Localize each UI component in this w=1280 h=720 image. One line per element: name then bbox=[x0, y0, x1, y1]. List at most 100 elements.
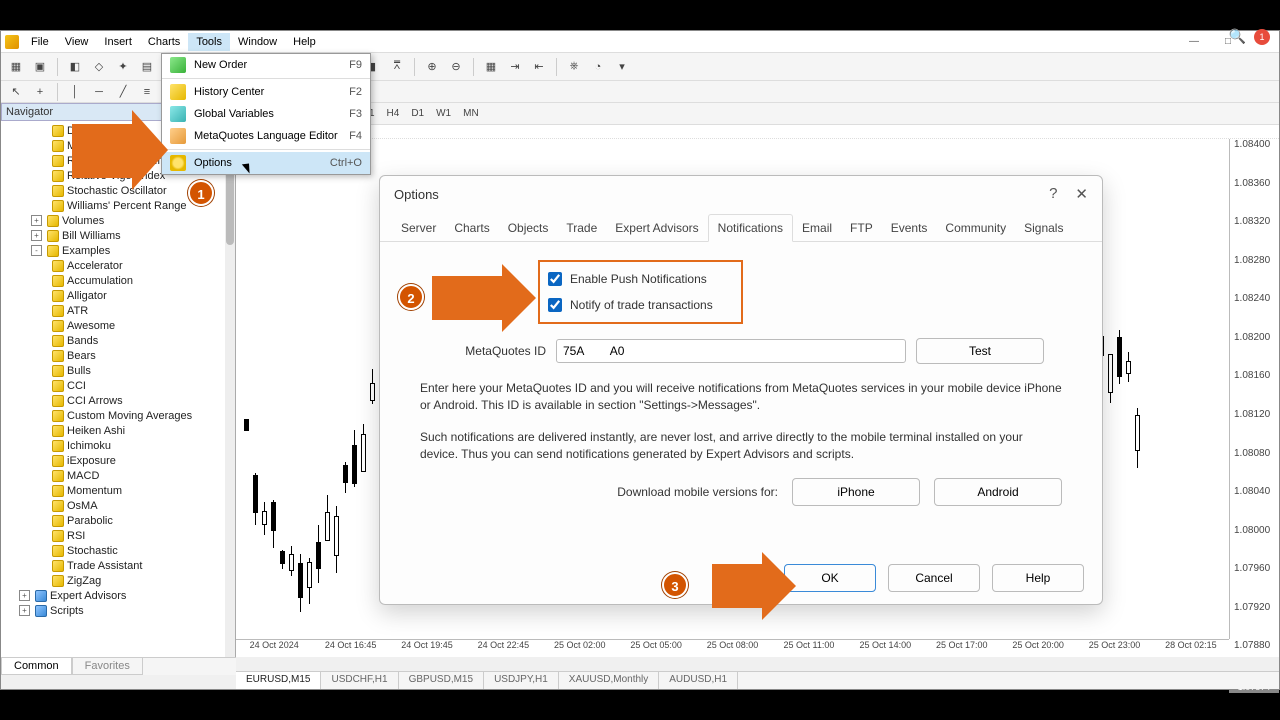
dialog-tab-charts[interactable]: Charts bbox=[445, 215, 498, 241]
menu-charts[interactable]: Charts bbox=[140, 33, 188, 51]
dialog-tab-community[interactable]: Community bbox=[936, 215, 1015, 241]
notify-trade-checkbox[interactable] bbox=[548, 298, 562, 312]
example-item[interactable]: OsMA bbox=[1, 498, 235, 513]
nav-root-item[interactable]: +Expert Advisors bbox=[1, 588, 235, 603]
example-item[interactable]: ATR bbox=[1, 303, 235, 318]
notification-badge[interactable]: 1 bbox=[1254, 29, 1270, 45]
line-chart-icon[interactable]: ⩞ bbox=[386, 56, 408, 78]
indicator-group[interactable]: +Volumes bbox=[1, 213, 235, 228]
period-mn[interactable]: MN bbox=[457, 106, 485, 121]
expand-icon[interactable]: + bbox=[19, 590, 30, 601]
example-item[interactable]: ZigZag bbox=[1, 573, 235, 588]
period-d1[interactable]: D1 bbox=[405, 106, 430, 121]
example-item[interactable]: Heiken Ashi bbox=[1, 423, 235, 438]
chart-tab-usdchf[interactable]: USDCHF,H1 bbox=[321, 672, 398, 689]
example-item[interactable]: Momentum bbox=[1, 483, 235, 498]
dialog-tab-signals[interactable]: Signals bbox=[1015, 215, 1072, 241]
auto-scroll-icon[interactable]: ⇥ bbox=[504, 56, 526, 78]
menu-item-global variables[interactable]: Global VariablesF3 bbox=[162, 103, 370, 125]
enable-push-checkbox[interactable] bbox=[548, 272, 562, 286]
metaquotes-id-input[interactable] bbox=[556, 339, 906, 363]
menu-view[interactable]: View bbox=[57, 33, 97, 51]
chart-tab-eurusd[interactable]: EURUSD,M15 bbox=[236, 672, 321, 689]
terminal-icon[interactable]: ▤ bbox=[136, 56, 158, 78]
example-item[interactable]: Accelerator bbox=[1, 258, 235, 273]
new-chart-icon[interactable]: ▦ bbox=[5, 56, 27, 78]
trendline-icon[interactable]: ╱ bbox=[112, 81, 134, 103]
dialog-help-icon[interactable]: ? bbox=[1049, 185, 1057, 203]
navigator-icon[interactable]: ✦ bbox=[112, 56, 134, 78]
indicator-group[interactable]: +Bill Williams bbox=[1, 228, 235, 243]
horizontal-line-icon[interactable]: ─ bbox=[88, 81, 110, 103]
channel-icon[interactable]: ≡ bbox=[136, 81, 158, 103]
periods-icon[interactable]: ◔ bbox=[587, 56, 609, 78]
dialog-tab-expert advisors[interactable]: Expert Advisors bbox=[606, 215, 707, 241]
menu-tools[interactable]: Tools bbox=[188, 33, 230, 51]
zoom-out-icon[interactable]: ⊖ bbox=[445, 56, 467, 78]
dialog-tab-server[interactable]: Server bbox=[392, 215, 445, 241]
expand-icon[interactable]: + bbox=[31, 230, 42, 241]
example-item[interactable]: Bulls bbox=[1, 363, 235, 378]
example-item[interactable]: CCI Arrows bbox=[1, 393, 235, 408]
dialog-tab-notifications[interactable]: Notifications bbox=[708, 214, 793, 242]
example-item[interactable]: Bands bbox=[1, 333, 235, 348]
example-item[interactable]: iExposure bbox=[1, 453, 235, 468]
example-item[interactable]: Alligator bbox=[1, 288, 235, 303]
dialog-tab-trade[interactable]: Trade bbox=[557, 215, 606, 241]
menu-insert[interactable]: Insert bbox=[96, 33, 140, 51]
example-item[interactable]: Accumulation bbox=[1, 273, 235, 288]
dialog-tab-objects[interactable]: Objects bbox=[499, 215, 558, 241]
navigator-tab-favorites[interactable]: Favorites bbox=[72, 658, 143, 675]
navigator-scrollbar[interactable] bbox=[225, 121, 235, 657]
vertical-line-icon[interactable]: │ bbox=[64, 81, 86, 103]
search-icon[interactable]: 🔍 bbox=[1229, 28, 1246, 45]
expand-icon[interactable]: - bbox=[31, 245, 42, 256]
menu-file[interactable]: File bbox=[23, 33, 57, 51]
menu-item-metaquotes language editor[interactable]: MetaQuotes Language EditorF4 bbox=[162, 125, 370, 147]
help-button[interactable]: Help bbox=[992, 564, 1084, 592]
nav-root-item[interactable]: +Scripts bbox=[1, 603, 235, 618]
example-item[interactable]: Ichimoku bbox=[1, 438, 235, 453]
menu-window[interactable]: Window bbox=[230, 33, 285, 51]
chart-tab-xauusd[interactable]: XAUUSD,Monthly bbox=[559, 672, 659, 689]
ok-button[interactable]: OK bbox=[784, 564, 876, 592]
chart-tab-gbpusd[interactable]: GBPUSD,M15 bbox=[399, 672, 484, 689]
chart-tab-audusd[interactable]: AUDUSD,H1 bbox=[659, 672, 738, 689]
test-button[interactable]: Test bbox=[916, 338, 1044, 364]
expand-icon[interactable]: + bbox=[19, 605, 30, 616]
window-minimize[interactable]: — bbox=[1177, 31, 1211, 53]
tile-windows-icon[interactable]: ▦ bbox=[480, 56, 502, 78]
menu-item-new order[interactable]: New OrderF9 bbox=[162, 54, 370, 76]
period-h4[interactable]: H4 bbox=[381, 106, 406, 121]
menu-item-options[interactable]: OptionsCtrl+O bbox=[162, 152, 370, 174]
templates-icon[interactable]: ▾ bbox=[611, 56, 633, 78]
indicator-group[interactable]: -Examples bbox=[1, 243, 235, 258]
profiles-icon[interactable]: ▣ bbox=[29, 56, 51, 78]
dialog-close-icon[interactable]: ✕ bbox=[1075, 185, 1088, 203]
example-item[interactable]: Bears bbox=[1, 348, 235, 363]
example-item[interactable]: CCI bbox=[1, 378, 235, 393]
iphone-button[interactable]: iPhone bbox=[792, 478, 920, 506]
example-item[interactable]: Trade Assistant bbox=[1, 558, 235, 573]
example-item[interactable]: RSI bbox=[1, 528, 235, 543]
example-item[interactable]: Custom Moving Averages bbox=[1, 408, 235, 423]
zoom-in-icon[interactable]: ⊕ bbox=[421, 56, 443, 78]
chart-tab-usdjpy[interactable]: USDJPY,H1 bbox=[484, 672, 559, 689]
data-window-icon[interactable]: ◇ bbox=[88, 56, 110, 78]
android-button[interactable]: Android bbox=[934, 478, 1062, 506]
market-watch-icon[interactable]: ◧ bbox=[64, 56, 86, 78]
example-item[interactable]: Stochastic bbox=[1, 543, 235, 558]
cursor-icon[interactable]: ↖ bbox=[5, 81, 27, 103]
indicators-icon[interactable]: ⎈ bbox=[563, 56, 585, 78]
menu-help[interactable]: Help bbox=[285, 33, 324, 51]
crosshair-icon[interactable]: + bbox=[29, 81, 51, 103]
expand-icon[interactable]: + bbox=[31, 215, 42, 226]
example-item[interactable]: Parabolic bbox=[1, 513, 235, 528]
menu-item-history center[interactable]: History CenterF2 bbox=[162, 81, 370, 103]
dialog-tab-events[interactable]: Events bbox=[882, 215, 937, 241]
chart-shift-icon[interactable]: ⇤ bbox=[528, 56, 550, 78]
example-item[interactable]: MACD bbox=[1, 468, 235, 483]
dialog-tab-ftp[interactable]: FTP bbox=[841, 215, 882, 241]
period-w1[interactable]: W1 bbox=[430, 106, 457, 121]
dialog-tab-email[interactable]: Email bbox=[793, 215, 841, 241]
